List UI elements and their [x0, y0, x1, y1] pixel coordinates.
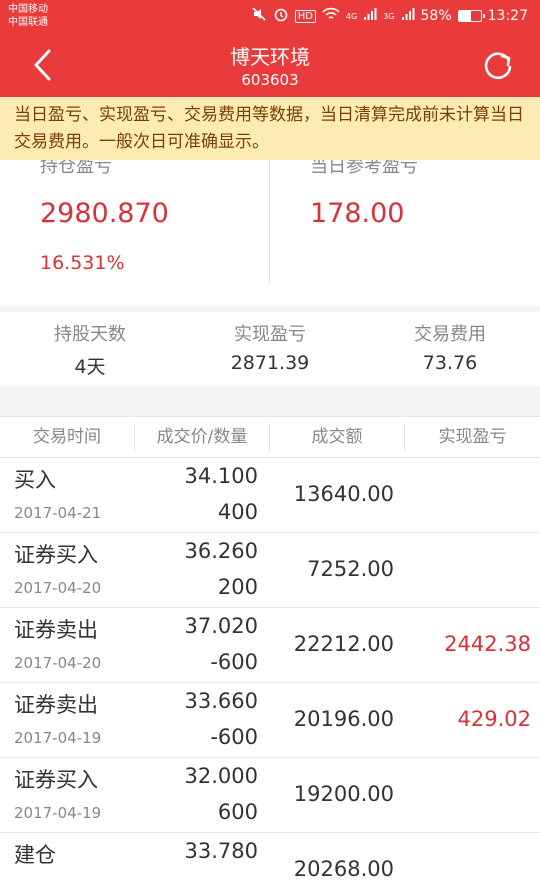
- trade-date: 2017-04-21: [14, 504, 102, 522]
- trade-amount: 20268.00: [293, 857, 394, 881]
- status-icons: HD 4G 3G 58% 13:27: [251, 6, 528, 26]
- trade-realized-pnl: 429.02: [457, 707, 531, 731]
- trade-price: 33.780: [184, 839, 258, 863]
- trade-quantity: 600: [217, 800, 258, 824]
- pnl-summary: 持仓盈亏 2980.870 16.531% 当日参考盈亏 178.00: [0, 160, 540, 306]
- trade-amount: 22212.00: [293, 632, 394, 656]
- stat-value: 73.76: [422, 352, 478, 374]
- day-pnl-label: 当日参考盈亏: [310, 160, 418, 177]
- trade-amount: 7252.00: [307, 557, 394, 581]
- table-row[interactable]: 证券买入 2017-04-20 36.260 200 7252.00: [0, 533, 540, 608]
- table-row[interactable]: 证券卖出 2017-04-19 33.660 -600 20196.00 429…: [0, 683, 540, 758]
- stats-row: 持股天数 4天 实现盈亏 2871.39 交易费用 73.76: [0, 312, 540, 386]
- trade-list[interactable]: 买入 2017-04-21 34.100 400 13640.00 证券买入 2…: [0, 458, 540, 884]
- day-pnl-value: 178.00: [310, 198, 405, 229]
- page-title: 博天环境: [230, 45, 310, 69]
- trade-amount: 13640.00: [293, 482, 394, 506]
- table-row[interactable]: 证券买入 2017-04-19 32.000 600 19200.00: [0, 758, 540, 833]
- trade-quantity: 200: [217, 575, 258, 599]
- wifi-icon: [322, 7, 340, 25]
- refresh-button[interactable]: [480, 47, 516, 83]
- status-bar: 中国移动 中国联通 HD 4G 3G 58% 13:27: [0, 0, 540, 33]
- hold-pnl-value: 2980.870: [40, 198, 169, 229]
- battery-icon: [457, 10, 485, 22]
- trade-price: 32.000: [184, 764, 258, 788]
- signal-icon-1: [363, 7, 377, 25]
- trade-amount: 19200.00: [293, 782, 394, 806]
- trade-type: 证券买入: [14, 543, 98, 567]
- stat-realized-pnl: 实现盈亏 2871.39: [180, 312, 360, 374]
- trade-price: 34.100: [184, 464, 258, 488]
- trade-quantity: -600: [210, 725, 258, 749]
- network-2: 3G: [383, 11, 395, 21]
- trade-type: 证券卖出: [14, 693, 98, 717]
- stat-hold-days: 持股天数 4天: [0, 312, 180, 379]
- network-1: 4G: [345, 11, 358, 21]
- table-row[interactable]: 证券卖出 2017-04-20 37.020 -600 22212.00 244…: [0, 608, 540, 683]
- trade-type: 证券卖出: [14, 618, 98, 642]
- header-price-qty: 成交价/数量: [156, 427, 248, 447]
- mute-icon: [251, 6, 267, 26]
- alarm-icon: [273, 6, 289, 26]
- trade-type: 证券买入: [14, 768, 98, 792]
- header-trade-time: 交易时间: [33, 427, 101, 447]
- trade-date: 2017-04-19: [14, 804, 102, 822]
- battery-percent: 58%: [420, 8, 452, 24]
- stat-fees: 交易费用 73.76: [360, 312, 540, 374]
- stock-code: 603603: [241, 71, 299, 89]
- signal-icon-2: [401, 7, 415, 25]
- trade-type: 建仓: [14, 843, 56, 867]
- summary-divider: [269, 160, 270, 283]
- trade-realized-pnl: 2442.38: [444, 632, 531, 656]
- battery-fill: [458, 11, 472, 21]
- title-bar: 博天环境 603603: [0, 33, 540, 97]
- carrier-2: 中国联通: [8, 17, 48, 28]
- hold-pnl-label: 持仓盈亏: [40, 160, 112, 177]
- header-amount: 成交额: [311, 427, 363, 447]
- carrier-1: 中国移动: [8, 4, 48, 15]
- table-row[interactable]: 建仓 33.780 20268.00: [0, 833, 540, 884]
- trade-date: 2017-04-19: [14, 729, 102, 747]
- trade-price: 36.260: [184, 539, 258, 563]
- table-row[interactable]: 买入 2017-04-21 34.100 400 13640.00: [0, 458, 540, 533]
- hd-badge: HD: [294, 9, 316, 23]
- refresh-icon: [484, 52, 512, 80]
- notice-banner: 当日盈亏、实现盈亏、交易费用等数据，当日清算完成前未计算当日交易费用。一般次日可…: [0, 97, 540, 160]
- stat-label: 交易费用: [414, 324, 486, 345]
- stat-label: 实现盈亏: [234, 324, 306, 345]
- header-realized-pnl: 实现盈亏: [438, 427, 507, 447]
- trade-amount: 20196.00: [293, 707, 394, 731]
- stat-value: 2871.39: [230, 352, 310, 374]
- trade-price: 37.020: [184, 614, 258, 638]
- trade-type: 买入: [14, 468, 56, 492]
- trade-quantity: -600: [210, 650, 258, 674]
- stat-value: 4天: [74, 356, 106, 378]
- trade-date: 2017-04-20: [14, 654, 102, 672]
- trade-price: 33.660: [184, 689, 258, 713]
- trade-quantity: 400: [217, 500, 258, 524]
- trade-date: 2017-04-20: [14, 579, 102, 597]
- carrier-info: 中国移动 中国联通: [8, 3, 48, 29]
- hold-pnl-percent: 16.531%: [40, 252, 125, 274]
- status-time: 13:27: [487, 8, 528, 24]
- table-header: 交易时间 成交价/数量 成交额 实现盈亏: [0, 416, 540, 458]
- stat-label: 持股天数: [54, 324, 126, 345]
